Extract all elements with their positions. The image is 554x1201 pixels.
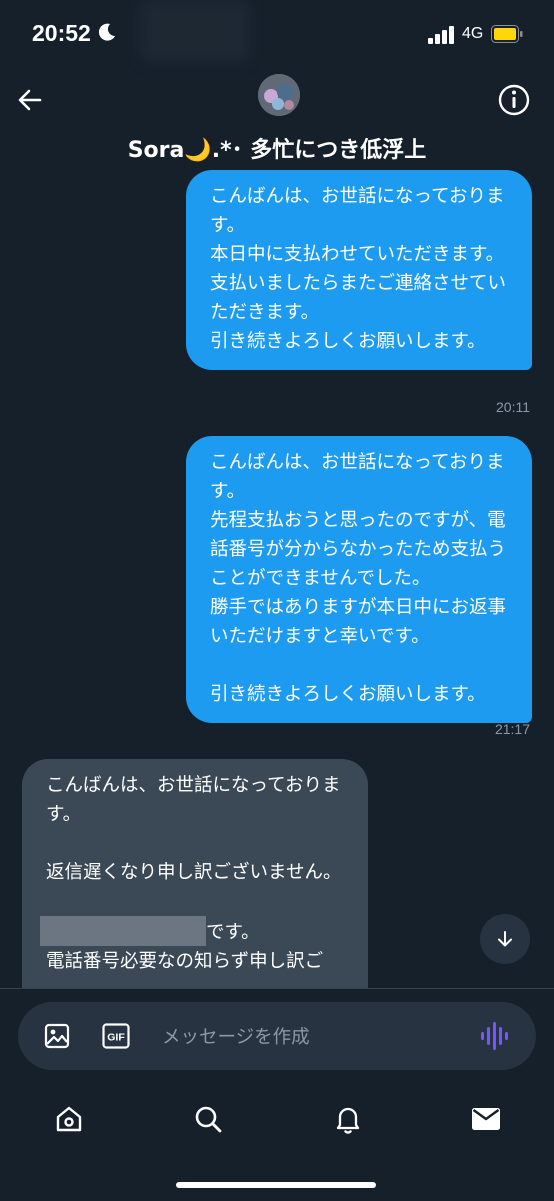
message-timestamp: 21:17 bbox=[494, 721, 530, 737]
home-icon bbox=[56, 1106, 82, 1132]
status-time: 20:52 bbox=[32, 20, 91, 46]
scroll-down-button[interactable] bbox=[480, 914, 530, 964]
search-icon bbox=[195, 1106, 222, 1133]
network-type: 4G bbox=[462, 25, 484, 42]
gif-icon[interactable]: GIF bbox=[102, 1023, 130, 1049]
moon-icon bbox=[98, 23, 115, 41]
avatar-image bbox=[258, 74, 300, 116]
svg-text:GIF: GIF bbox=[107, 1032, 125, 1044]
bottom-area: GIF bbox=[0, 988, 554, 1201]
battery-icon bbox=[491, 25, 523, 43]
message-input[interactable] bbox=[160, 1016, 464, 1058]
arrow-down-icon bbox=[498, 931, 512, 947]
nav-notifications[interactable] bbox=[318, 1089, 378, 1149]
blurred-region bbox=[140, 0, 250, 62]
nav-home[interactable] bbox=[39, 1089, 99, 1149]
message-bubble-sent[interactable]: こんばんは、お世話になっております。 先程支払おうと思ったのですが、電話番号が分… bbox=[186, 436, 532, 723]
image-icon[interactable] bbox=[44, 1023, 70, 1049]
conversation-title: Sora🌙.*･ 多忙につき低浮上 bbox=[127, 138, 427, 163]
nav-search[interactable] bbox=[178, 1089, 238, 1149]
mail-icon bbox=[472, 1108, 500, 1130]
message-bubble-sent[interactable]: こんばんは、お世話になっております。 本日中に支払わせていただきます。 支払いま… bbox=[186, 170, 532, 370]
avatar[interactable] bbox=[258, 74, 300, 116]
bottom-navigation bbox=[0, 1089, 554, 1149]
message-composer: GIF bbox=[18, 1002, 536, 1070]
status-bar: 20:52 4G bbox=[0, 0, 554, 70]
message-timestamp: 20:11 bbox=[496, 399, 530, 415]
message-bubble-received[interactable]: こんばんは、お世話になっております。 返信遅くなり申し訳ございません。 です。 … bbox=[22, 759, 368, 1019]
voice-icon[interactable] bbox=[480, 1022, 510, 1050]
home-indicator bbox=[176, 1182, 376, 1188]
received-text: こんばんは、お世話になっております。 返信遅くなり申し訳ございません。 bbox=[46, 775, 342, 883]
redacted-block bbox=[40, 916, 206, 946]
signal-icon bbox=[428, 26, 454, 44]
back-arrow-icon[interactable] bbox=[14, 84, 46, 116]
bell-icon bbox=[336, 1107, 360, 1134]
nav-messages[interactable] bbox=[456, 1089, 516, 1149]
conversation-header: Sora🌙.*･ 多忙につき低浮上 bbox=[0, 70, 554, 163]
info-icon[interactable] bbox=[497, 83, 531, 117]
